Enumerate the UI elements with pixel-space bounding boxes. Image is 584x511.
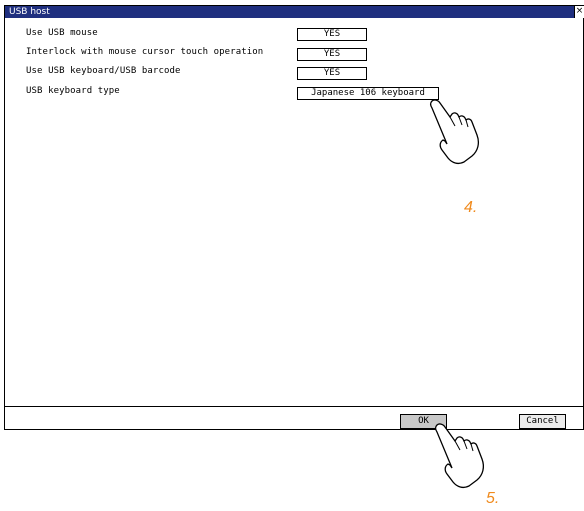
setting-label-usb-mouse: Use USB mouse bbox=[26, 28, 98, 38]
setting-label-usb-keyboard: Use USB keyboard/USB barcode bbox=[26, 66, 181, 76]
pointing-hand-icon bbox=[429, 99, 479, 165]
step-marker-5: 5. bbox=[486, 490, 500, 507]
setting-label-keyboard-type: USB keyboard type bbox=[26, 86, 120, 96]
pointing-hand-icon bbox=[434, 423, 484, 489]
close-button[interactable]: × bbox=[574, 6, 584, 18]
step-marker-4: 4. bbox=[464, 199, 478, 216]
cancel-button[interactable]: Cancel bbox=[519, 414, 566, 429]
setting-value-keyboard-type[interactable]: Japanese 106 keyboard bbox=[297, 87, 439, 100]
dialog-footer: OK Cancel bbox=[5, 406, 583, 430]
title-bar: USB host × bbox=[5, 6, 584, 18]
setting-value-usb-keyboard[interactable]: YES bbox=[297, 67, 367, 80]
setting-value-interlock[interactable]: YES bbox=[297, 48, 367, 61]
setting-label-interlock: Interlock with mouse cursor touch operat… bbox=[26, 47, 264, 57]
setting-value-usb-mouse[interactable]: YES bbox=[297, 28, 367, 41]
usb-host-dialog: USB host × Use USB mouse YES Interlock w… bbox=[4, 5, 584, 430]
window-title: USB host bbox=[9, 7, 50, 17]
